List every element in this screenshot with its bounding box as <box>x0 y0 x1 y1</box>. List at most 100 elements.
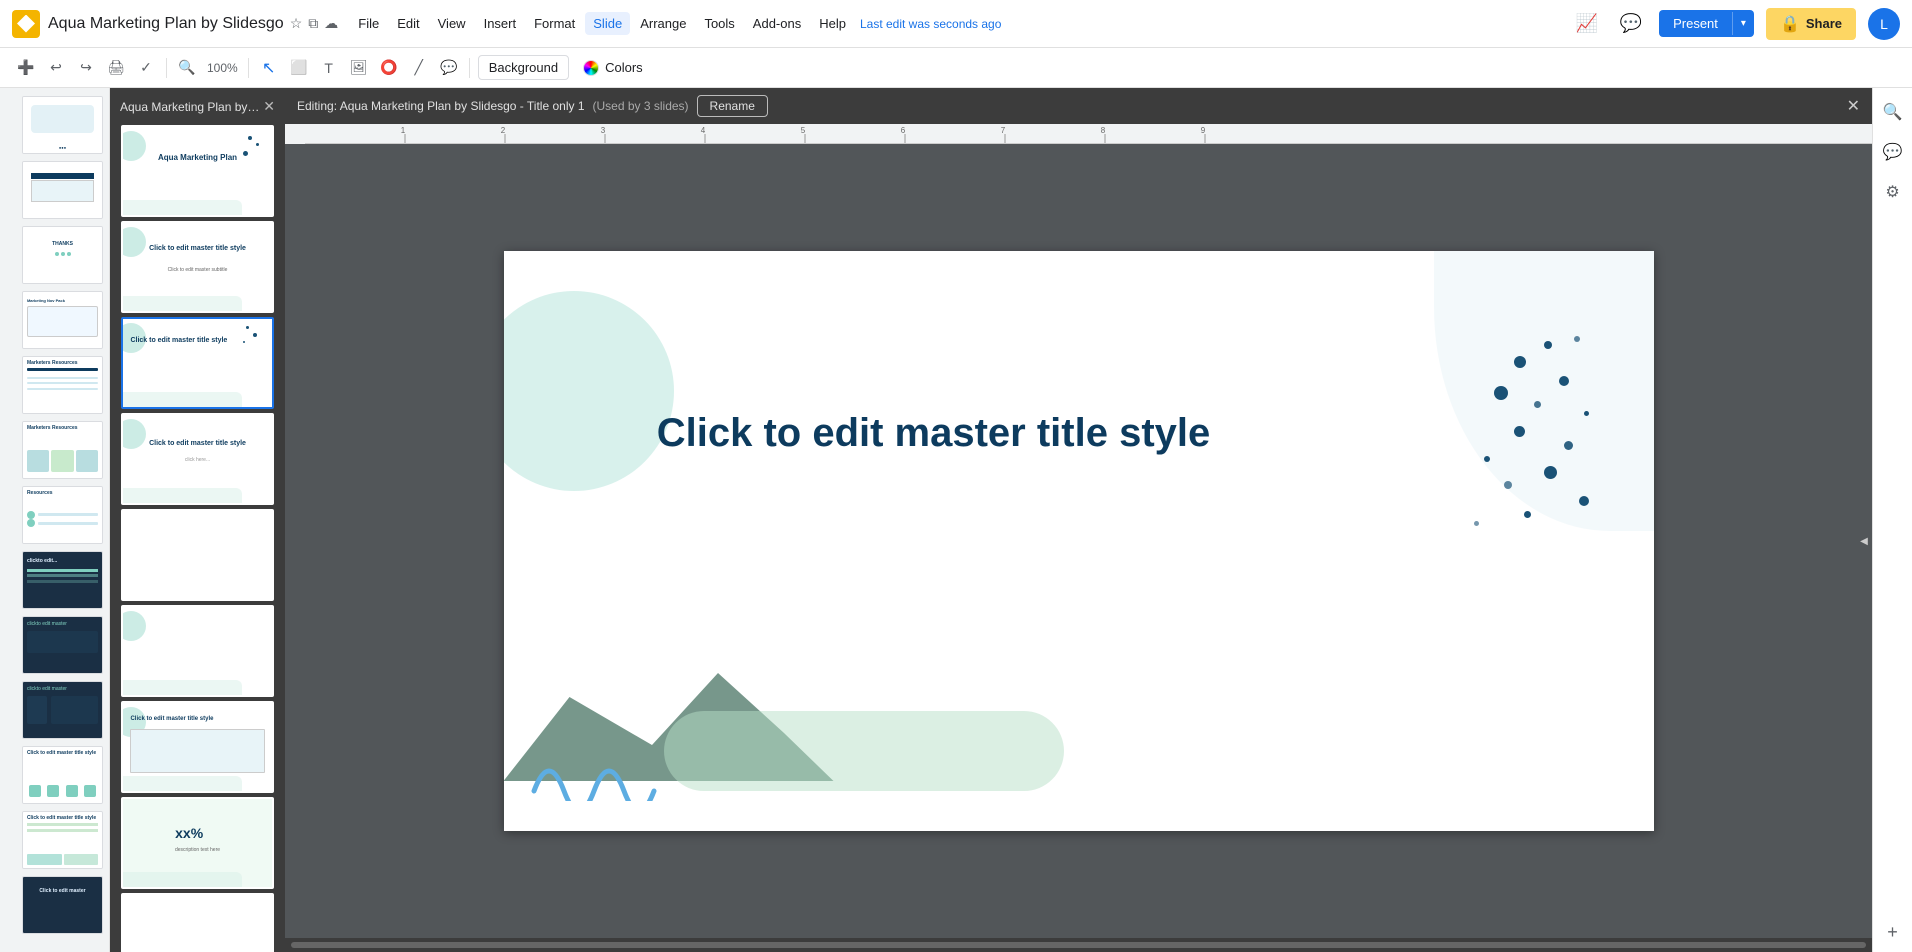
present-dropdown[interactable]: ▾ <box>1732 12 1754 35</box>
menu-view[interactable]: View <box>430 12 474 35</box>
present-button[interactable]: Present <box>1659 10 1732 37</box>
zoom-display[interactable]: 100% <box>203 59 242 77</box>
analytics-icon[interactable]: 📈 <box>1571 8 1603 40</box>
menu-tools[interactable]: Tools <box>696 12 742 35</box>
top-bar: Aqua Marketing Plan by Slidesgo ☆ ⧉ ☁ Fi… <box>0 0 1912 48</box>
scroll-bar-h[interactable] <box>291 942 1866 948</box>
menu-help[interactable]: Help <box>811 12 854 35</box>
slide-thumb-31[interactable] <box>22 161 103 219</box>
cloud-icon[interactable]: ☁ <box>324 15 338 32</box>
share-label: Share <box>1806 16 1842 31</box>
svg-text:4: 4 <box>701 126 706 135</box>
undo-btn[interactable]: ↩ <box>42 54 70 82</box>
cursor-btn[interactable]: ↖ <box>255 54 283 82</box>
user-avatar[interactable]: L <box>1868 8 1900 40</box>
spellcheck-btn[interactable]: ✓ <box>132 54 160 82</box>
slide-thumb-30[interactable]: ●●● <box>22 96 103 154</box>
close-editing-btn[interactable]: ✕ <box>1847 96 1860 116</box>
slide-thumb-32[interactable]: THANKS <box>22 226 103 284</box>
background-button[interactable]: Background <box>478 55 569 80</box>
zoom-out-btn[interactable]: 🔍 <box>173 54 201 82</box>
mini-slide-38: clickto edit master <box>23 617 102 673</box>
right-panel-search-icon[interactable]: 🔍 <box>1877 96 1909 128</box>
menu-edit[interactable]: Edit <box>389 12 427 35</box>
menu-slide[interactable]: Slide <box>585 12 630 35</box>
add-slide-btn[interactable]: ➕ <box>12 54 40 82</box>
master-thumb-blank-wide[interactable]: Click to edit master title style click h… <box>121 413 274 505</box>
master-thumb-table[interactable]: Click to edit master title style <box>121 701 274 793</box>
master-thumb-blank[interactable] <box>121 509 274 601</box>
insert-shapes-btn[interactable]: ⬜ <box>285 54 313 82</box>
slide-canvas[interactable]: Click to edit master title style <box>504 251 1654 831</box>
master-thumb-empty-white[interactable] <box>121 893 274 952</box>
folder-icon[interactable]: ⧉ <box>308 15 318 32</box>
right-panel-settings-icon[interactable]: ⚙ <box>1877 176 1909 208</box>
master-thumb-percent[interactable]: xx% description text here <box>121 797 274 889</box>
menu-addons[interactable]: Add-ons <box>745 12 809 35</box>
svg-text:8: 8 <box>1101 126 1106 135</box>
master-thumb-main[interactable]: Aqua Marketing Plan <box>121 125 274 217</box>
slide-thumb-42[interactable]: Click to edit master <box>22 876 103 934</box>
insert-image-btn[interactable]: 🖼 <box>345 54 373 82</box>
master-thumb-title-only[interactable]: Click to edit master title style <box>121 317 274 409</box>
slide-thumb-wrapper-41: 41 Click to edit master title style <box>6 811 103 873</box>
main-area: 30 ●●● 31 32 THANKS <box>0 88 1912 952</box>
insert-text-btn[interactable]: T <box>315 54 343 82</box>
slide-panel[interactable]: 30 ●●● 31 32 THANKS <box>0 88 110 952</box>
share-button[interactable]: 🔒 Share <box>1766 8 1856 40</box>
right-panel-chat-icon[interactable]: 💬 <box>1877 136 1909 168</box>
mini-slide-32: THANKS <box>23 227 102 283</box>
top-bar-right: 📈 💬 Present ▾ 🔒 Share L <box>1571 8 1900 40</box>
rename-button[interactable]: Rename <box>697 95 768 117</box>
slide-thumb-35[interactable]: Marketers Resources <box>22 421 103 479</box>
ruler-corner <box>285 124 305 144</box>
slide-thumb-wrapper-36: 36 Resources <box>6 486 103 548</box>
right-panel: 🔍 💬 ⚙ + <box>1872 88 1912 952</box>
insert-line-btn[interactable]: ╱ <box>405 54 433 82</box>
mini-slide-41: Click to edit master title style <box>23 812 102 868</box>
last-edit-link[interactable]: Last edit was seconds ago <box>860 17 1001 31</box>
green-cloud <box>664 711 1064 791</box>
slide-main-title[interactable]: Click to edit master title style <box>564 411 1304 456</box>
right-panel-add-btn[interactable]: + <box>1881 920 1905 944</box>
colors-label: Colors <box>605 60 643 75</box>
svg-text:5: 5 <box>801 126 806 135</box>
toolbar-left-group: ➕ ↩ ↪ 🖨 ✓ 🔍 100% ↖ ⬜ T 🖼 ⭕ ╱ 💬 <box>12 54 474 82</box>
star-icon[interactable]: ☆ <box>290 15 303 32</box>
toolbar-sep-1 <box>166 58 167 78</box>
print-btn[interactable]: 🖨 <box>102 54 130 82</box>
slide-thumb-wrapper-42: 42 Click to edit master <box>6 876 103 938</box>
menu-arrange[interactable]: Arrange <box>632 12 694 35</box>
comment-btn[interactable]: 💬 <box>435 54 463 82</box>
slide-thumb-38[interactable]: clickto edit master <box>22 616 103 674</box>
insert-shapes2-btn[interactable]: ⭕ <box>375 54 403 82</box>
redo-btn[interactable]: ↪ <box>72 54 100 82</box>
slide-thumb-41[interactable]: Click to edit master title style <box>22 811 103 869</box>
app-logo[interactable] <box>12 10 40 38</box>
doc-title-area: Aqua Marketing Plan by Slidesgo ☆ ⧉ ☁ <box>48 15 338 33</box>
colors-button[interactable]: Colors <box>573 56 653 80</box>
svg-text:3: 3 <box>601 126 606 135</box>
mini-slide-35: Marketers Resources <box>23 422 102 478</box>
slide-thumb-34[interactable]: Marketers Resources <box>22 356 103 414</box>
doc-title[interactable]: Aqua Marketing Plan by Slidesgo <box>48 15 284 33</box>
slide-thumb-40[interactable]: Click to edit master title style <box>22 746 103 804</box>
slide-thumb-39[interactable]: clickto edit master <box>22 681 103 739</box>
bottom-scroll <box>285 938 1872 952</box>
ruler-h: 1 2 3 4 5 6 7 8 9 <box>305 124 1872 144</box>
master-thumb-blank2[interactable] <box>121 605 274 697</box>
menu-format[interactable]: Format <box>526 12 583 35</box>
slide-thumb-36[interactable]: Resources <box>22 486 103 544</box>
menu-file[interactable]: File <box>350 12 387 35</box>
toolbar: ➕ ↩ ↪ 🖨 ✓ 🔍 100% ↖ ⬜ T 🖼 ⭕ ╱ 💬 Backgroun… <box>0 48 1912 88</box>
master-close-btn[interactable]: ✕ <box>263 98 275 115</box>
collapse-panel-btn[interactable]: ◀ <box>1856 517 1872 565</box>
edit-area: Editing: Aqua Marketing Plan by Slidesgo… <box>285 88 1872 952</box>
comments-icon[interactable]: 💬 <box>1615 8 1647 40</box>
menu-insert[interactable]: Insert <box>476 12 525 35</box>
teal-blob <box>504 291 674 491</box>
slide-thumb-wrapper-33: 33 Marketing Nov Pack <box>6 291 103 353</box>
master-thumb-2[interactable]: Click to edit master title style Click t… <box>121 221 274 313</box>
slide-thumb-37[interactable]: clickto edit... <box>22 551 103 609</box>
slide-thumb-33[interactable]: Marketing Nov Pack <box>22 291 103 349</box>
